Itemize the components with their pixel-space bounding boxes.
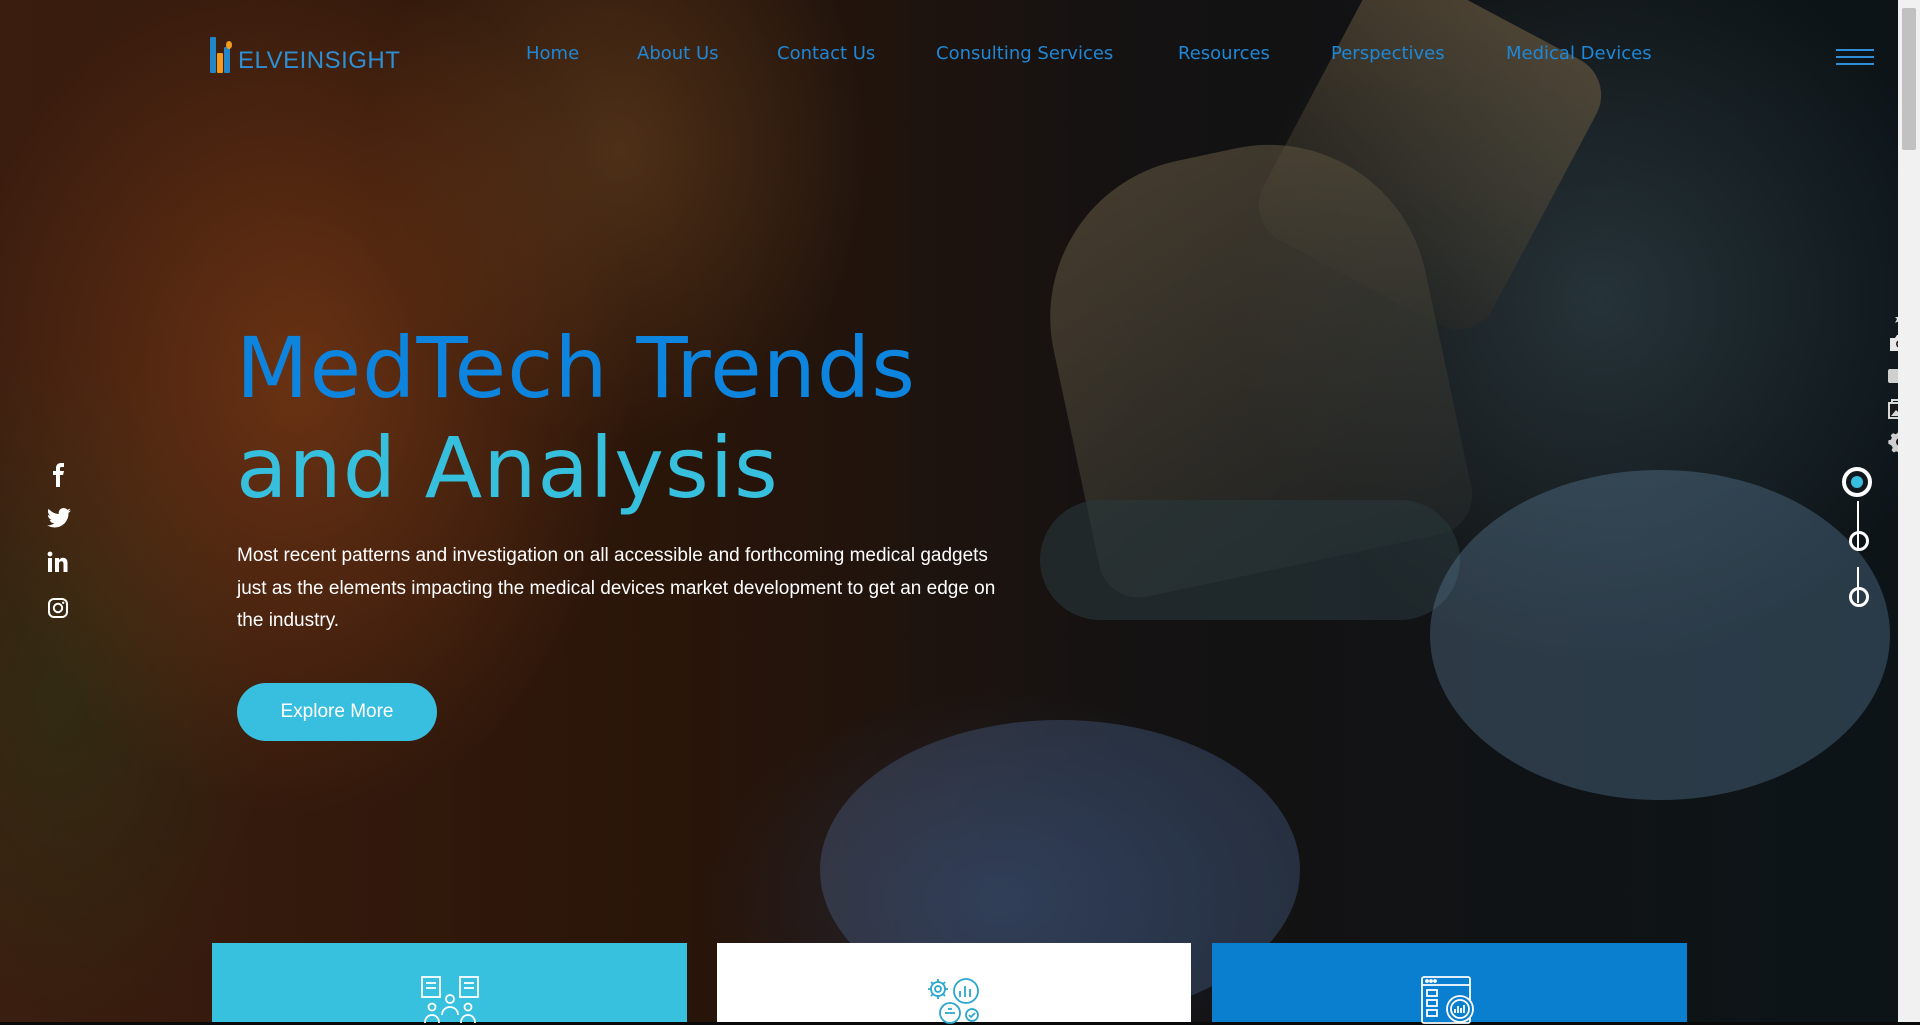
hamburger-icon[interactable] xyxy=(1836,49,1874,65)
nav-contact-us[interactable]: Contact Us xyxy=(777,43,875,64)
nav-medical-devices[interactable]: Medical Devices xyxy=(1506,43,1652,64)
slide-dot-1[interactable] xyxy=(1842,467,1872,497)
nav-home[interactable]: Home xyxy=(526,43,579,64)
facebook-icon[interactable] xyxy=(47,463,71,487)
nav-about-us[interactable]: About Us xyxy=(637,43,719,64)
feature-card-2[interactable] xyxy=(717,943,1191,1024)
team-documents-icon xyxy=(420,976,479,1024)
instagram-icon[interactable] xyxy=(47,597,69,619)
hero-description: Most recent patterns and investigation o… xyxy=(237,545,996,631)
slide-dot-3[interactable] xyxy=(1849,587,1869,607)
feature-card-3[interactable] xyxy=(1212,943,1687,1024)
nav-resources[interactable]: Resources xyxy=(1178,43,1270,64)
nav-perspectives[interactable]: Perspectives xyxy=(1331,43,1445,64)
slide-dot-2[interactable] xyxy=(1849,531,1869,551)
logo-mark xyxy=(210,35,236,75)
logo-text: ELVEINSIGHT xyxy=(238,47,401,74)
slide-pagination xyxy=(1841,467,1875,607)
site-logo[interactable]: ELVEINSIGHT xyxy=(210,33,400,75)
analytics-gears-icon xyxy=(928,978,979,1024)
dashboard-report-icon xyxy=(1420,976,1474,1024)
explore-more-button[interactable]: Explore More xyxy=(237,683,437,741)
twitter-icon[interactable] xyxy=(47,507,71,529)
feature-card-1[interactable] xyxy=(212,943,687,1024)
microscope-stage-image xyxy=(1040,500,1460,620)
hero-title-line2: and Analysis xyxy=(236,419,779,517)
page-scrollbar[interactable] xyxy=(1898,0,1920,1022)
hero-title-line1: MedTech Trends xyxy=(236,319,916,417)
linkedin-icon[interactable] xyxy=(47,551,69,573)
nav-consulting-services[interactable]: Consulting Services xyxy=(936,43,1113,64)
gloved-hand-image xyxy=(1430,470,1890,800)
scrollbar-thumb[interactable] xyxy=(1902,8,1916,150)
